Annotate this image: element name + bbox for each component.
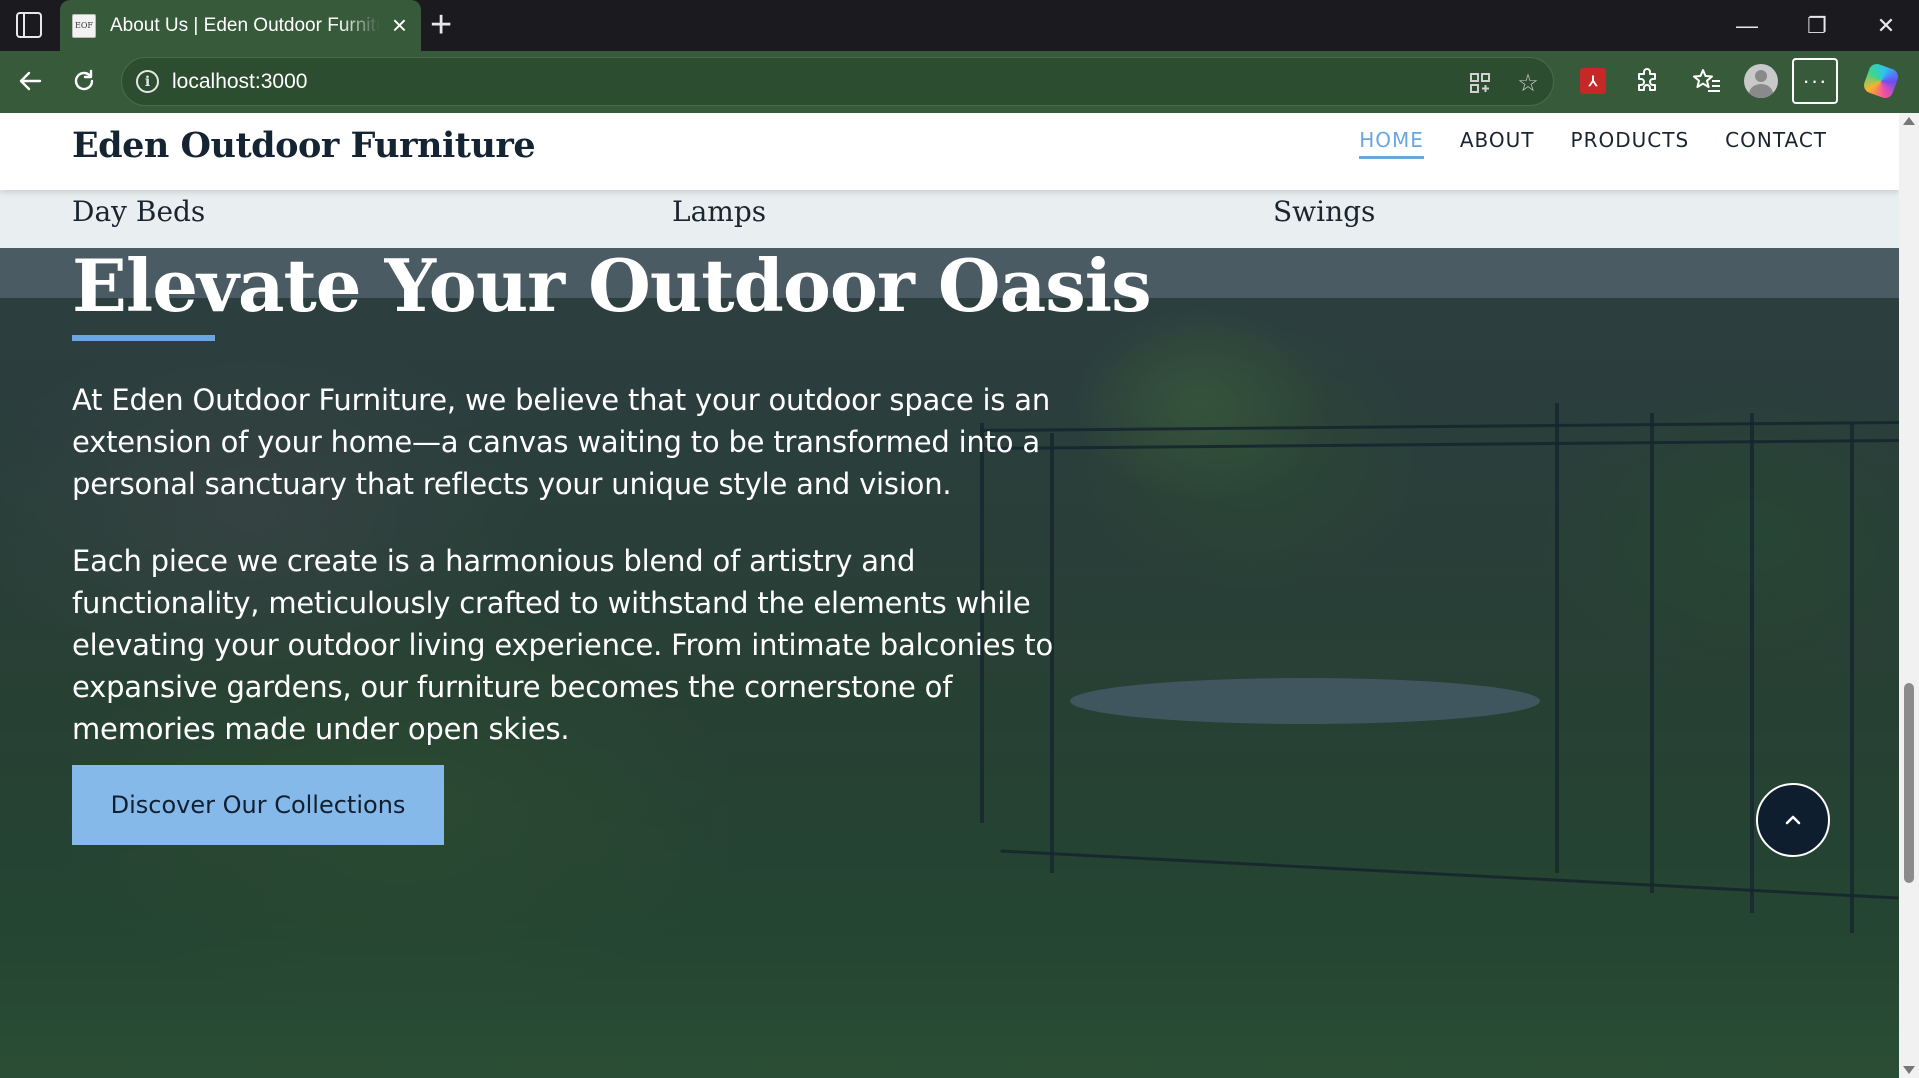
- scroll-up-icon[interactable]: [1903, 117, 1915, 125]
- category-lamps[interactable]: Lamps: [672, 195, 766, 228]
- hero-title: Elevate Your Outdoor Oasis: [72, 243, 1152, 328]
- puzzle-icon[interactable]: [1627, 61, 1667, 101]
- hero-paragraph-2: Each piece we create is a harmonious ble…: [72, 544, 1053, 746]
- info-icon[interactable]: i: [136, 70, 159, 93]
- more-icon[interactable]: ···: [1792, 58, 1838, 104]
- nav-about[interactable]: ABOUT: [1460, 128, 1535, 159]
- chevron-up-icon: [1785, 815, 1801, 825]
- apps-icon[interactable]: [1465, 68, 1495, 98]
- browser-titlebar: EOF About Us | Eden Outdoor Furniture × …: [0, 0, 1919, 51]
- close-icon[interactable]: ×: [392, 10, 407, 40]
- url-text: localhost:3000: [172, 70, 308, 93]
- avatar-icon: [1744, 64, 1778, 98]
- sidebar-toggle-icon[interactable]: [16, 12, 42, 38]
- favicon-icon: EOF: [72, 13, 96, 38]
- minimize-icon[interactable]: —: [1717, 0, 1777, 51]
- copilot-icon[interactable]: [1861, 61, 1901, 101]
- page-scrollbar[interactable]: [1899, 113, 1919, 1078]
- nav-home[interactable]: HOME: [1359, 128, 1424, 159]
- site-header: Eden Outdoor Furniture HOME ABOUT PRODUC…: [0, 113, 1899, 190]
- category-swings[interactable]: Swings: [1273, 195, 1375, 228]
- hero-paragraph-1: At Eden Outdoor Furniture, we believe th…: [72, 383, 1051, 501]
- pdf-icon[interactable]: ⅄: [1573, 61, 1613, 101]
- browser-toolbar: i localhost:3000 ☆ ⅄ ···: [0, 51, 1919, 113]
- tab-title: About Us | Eden Outdoor Furniture: [110, 14, 380, 36]
- back-arrow-icon[interactable]: [10, 61, 50, 101]
- scroll-down-icon[interactable]: [1903, 1066, 1915, 1074]
- category-day-beds[interactable]: Day Beds: [72, 195, 205, 228]
- star-icon[interactable]: ☆: [1513, 68, 1543, 98]
- page-viewport: Eden Outdoor Furniture HOME ABOUT PRODUC…: [0, 113, 1899, 1078]
- window-close-icon[interactable]: ✕: [1856, 0, 1916, 51]
- title-underline: [72, 335, 215, 341]
- category-strip: Day Beds Lamps Swings: [0, 190, 1899, 248]
- discover-collections-button[interactable]: Discover Our Collections: [72, 765, 444, 845]
- scroll-thumb[interactable]: [1904, 683, 1914, 883]
- address-bar[interactable]: i localhost:3000 ☆: [121, 57, 1554, 106]
- plus-icon[interactable]: +: [430, 6, 452, 44]
- browser-tab[interactable]: EOF About Us | Eden Outdoor Furniture ×: [60, 0, 421, 51]
- profile-avatar[interactable]: [1741, 61, 1781, 101]
- favorites-icon[interactable]: [1687, 61, 1727, 101]
- restore-icon[interactable]: ❐: [1787, 0, 1847, 51]
- nav-products[interactable]: PRODUCTS: [1571, 128, 1690, 159]
- site-logo[interactable]: Eden Outdoor Furniture: [72, 125, 536, 166]
- nav-contact[interactable]: CONTACT: [1725, 128, 1827, 159]
- reload-icon[interactable]: [64, 61, 104, 101]
- main-nav: HOME ABOUT PRODUCTS CONTACT: [1359, 128, 1827, 159]
- back-to-top-button[interactable]: [1756, 783, 1830, 857]
